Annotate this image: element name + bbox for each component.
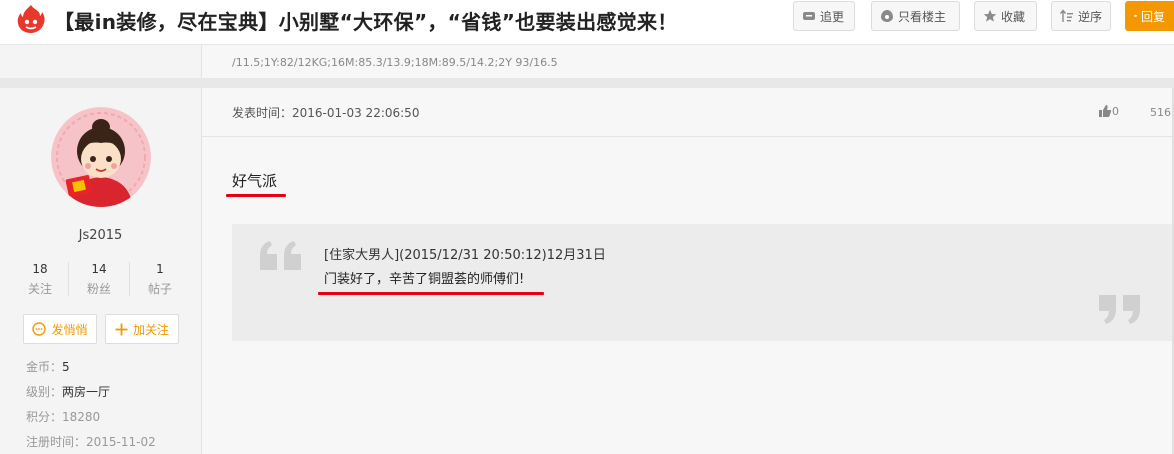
post-content: 好气派: [232, 172, 278, 190]
level-row: 级别：两房一厅: [26, 383, 110, 400]
stat-divider: [68, 262, 69, 296]
level-label: 级别：: [26, 385, 63, 399]
plus-icon: [115, 323, 128, 335]
stat-following[interactable]: 18 关注: [15, 262, 65, 297]
stat-posts-label: 帖子: [147, 282, 172, 296]
update-button-label: 追更: [820, 9, 845, 24]
stat-fans-value: 14: [91, 262, 107, 276]
message-icon: [32, 322, 47, 336]
only-op-button[interactable]: 只看楼主: [871, 1, 960, 31]
view-count: 516: [1150, 106, 1171, 119]
send-message-label: 发悄悄: [51, 322, 88, 337]
stat-posts-value: 1: [156, 262, 164, 276]
avatar-illustration: [51, 107, 151, 207]
reply-button-label: 回复: [1140, 9, 1165, 24]
update-button[interactable]: 追更: [793, 1, 855, 31]
send-message-button[interactable]: 发悄悄: [23, 314, 97, 344]
points-row: 积分：18280: [26, 408, 100, 425]
thumbs-up-icon: [1099, 105, 1112, 117]
bell-icon: [803, 12, 815, 20]
stat-fans[interactable]: 14 粉丝: [74, 262, 124, 297]
open-quote-icon: [260, 241, 301, 270]
stat-posts[interactable]: 1 帖子: [135, 262, 185, 297]
comment-icon: [1134, 14, 1137, 18]
site-logo-icon: [17, 5, 45, 33]
favorite-button[interactable]: 收藏: [974, 1, 1037, 31]
favorite-button-label: 收藏: [1001, 9, 1026, 24]
points-label: 积分：: [26, 410, 63, 424]
post-divider: [0, 78, 1174, 88]
reverse-order-button[interactable]: 逆序: [1051, 1, 1111, 31]
coins-row: 金币：5: [26, 358, 70, 375]
quote-source: [住家大男人](2015/12/31 20:50:12)12月31日: [324, 248, 606, 263]
only-op-button-label: 只看楼主: [898, 9, 947, 24]
like-button[interactable]: 0: [1098, 104, 1119, 118]
stat-fans-label: 粉丝: [86, 282, 111, 296]
coins-label: 金币：: [26, 360, 63, 374]
like-count: 0: [1112, 104, 1119, 118]
close-quote-icon: [1099, 295, 1140, 324]
stat-following-value: 18: [32, 262, 48, 276]
follow-button[interactable]: 加关注: [105, 314, 179, 344]
register-date-value: 2015-11-02: [86, 435, 156, 449]
annotation-underline: [226, 194, 286, 197]
quote-text: 门装好了，辛苦了铜盟荟的师傅们!: [324, 272, 525, 287]
register-date-row: 注册时间：2015-11-02: [26, 433, 156, 450]
annotation-underline: [318, 292, 544, 295]
eye-icon: [881, 10, 893, 22]
username[interactable]: Js2015: [0, 228, 201, 243]
follow-label: 加关注: [132, 322, 169, 337]
stat-divider: [129, 262, 130, 296]
register-date-label: 注册时间：: [26, 435, 87, 449]
post-time: 发表时间：2016-01-03 22:06:50: [232, 106, 420, 120]
star-icon: [983, 9, 997, 22]
previous-post-text: /11.5;1Y:82/12KG;16M:85.3/13.9;18M:89.5/…: [232, 56, 558, 69]
reverse-order-button-label: 逆序: [1077, 9, 1102, 24]
stat-following-label: 关注: [27, 282, 52, 296]
points-value: 18280: [62, 410, 101, 424]
level-value: 两房一厅: [62, 385, 111, 399]
previous-post-user-area: [0, 45, 202, 78]
coins-value: 5: [62, 360, 70, 374]
reply-button[interactable]: 回复: [1125, 1, 1174, 31]
page-title: 【最in装修，尽在宝典】小别墅“大环保”，“省钱”也要装出感觉来！: [54, 10, 678, 34]
avatar[interactable]: [51, 107, 151, 207]
sort-icon: [1060, 9, 1073, 22]
